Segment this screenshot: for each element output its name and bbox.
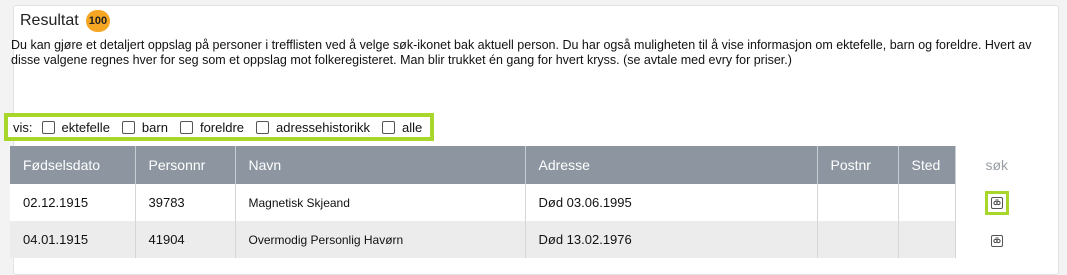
search-highlight xyxy=(984,190,1009,215)
foreldre-checkbox[interactable] xyxy=(179,120,193,134)
barn-label: barn xyxy=(141,119,168,135)
column-header-navn[interactable]: Navn xyxy=(235,146,526,184)
foreldre-label: foreldre xyxy=(199,119,245,135)
search-icon[interactable] xyxy=(990,196,1003,209)
cell-personnr: 39783 xyxy=(135,184,236,221)
search-icon[interactable] xyxy=(990,234,1003,247)
column-header-sted[interactable]: Sted xyxy=(898,146,956,184)
table-row: 02.12.1915 39783 Magnetisk Skjeand Død 0… xyxy=(10,184,1038,221)
filter-options: vis: ektefelle barn foreldre adressehist… xyxy=(4,113,435,141)
table-row: 04.01.1915 41904 Overmodig Personlig Hav… xyxy=(10,221,1038,258)
filter-alle[interactable]: alle xyxy=(381,119,423,135)
result-count-badge: 100 xyxy=(85,10,111,32)
cell-navn: Overmodig Personlig Havørn xyxy=(235,221,526,258)
column-header-fodselsdato[interactable]: Fødselsdato xyxy=(10,146,136,184)
page-title: Resultat xyxy=(20,12,79,29)
column-header-postnr[interactable]: Postnr xyxy=(817,146,899,184)
filter-adressehistorikk[interactable]: adressehistorikk xyxy=(256,120,370,135)
results-table: Fødselsdato Personnr Navn Adresse Postnr… xyxy=(10,146,1038,258)
alle-checkbox[interactable] xyxy=(381,120,395,134)
filter-barn[interactable]: barn xyxy=(121,119,168,135)
ektefelle-label: ektefelle xyxy=(61,119,110,135)
filter-ektefelle[interactable]: ektefelle xyxy=(41,119,110,135)
cell-fodselsdato: 04.01.1915 xyxy=(10,221,136,258)
adressehistorikk-checkbox[interactable] xyxy=(256,120,270,134)
cell-adresse: Død 03.06.1995 xyxy=(525,184,818,221)
description-text: Du kan gjøre et detaljert oppslag på per… xyxy=(11,38,1032,67)
ektefelle-checkbox[interactable] xyxy=(41,120,55,134)
results-header: Resultat 100 xyxy=(20,10,111,32)
barn-checkbox[interactable] xyxy=(121,120,135,134)
cell-sted xyxy=(898,184,956,221)
column-header-sok: søk xyxy=(955,146,1038,184)
table-header-row: Fødselsdato Personnr Navn Adresse Postnr… xyxy=(10,146,1038,184)
cell-adresse: Død 13.02.1976 xyxy=(525,221,818,258)
cell-sok xyxy=(955,184,1038,221)
cell-navn: Magnetisk Skjeand xyxy=(235,184,526,221)
filter-label: vis: xyxy=(13,119,33,135)
cell-personnr: 41904 xyxy=(135,221,236,258)
cell-fodselsdato: 02.12.1915 xyxy=(10,184,136,221)
column-header-personnr[interactable]: Personnr xyxy=(135,146,236,184)
cell-sted xyxy=(898,221,956,258)
cell-postnr xyxy=(817,221,899,258)
cell-postnr xyxy=(817,184,899,221)
adressehistorikk-label: adressehistorikk xyxy=(276,119,370,135)
alle-label: alle xyxy=(401,119,423,135)
filter-foreldre[interactable]: foreldre xyxy=(179,119,245,135)
cell-sok xyxy=(955,221,1038,258)
column-header-adresse[interactable]: Adresse xyxy=(525,146,818,184)
